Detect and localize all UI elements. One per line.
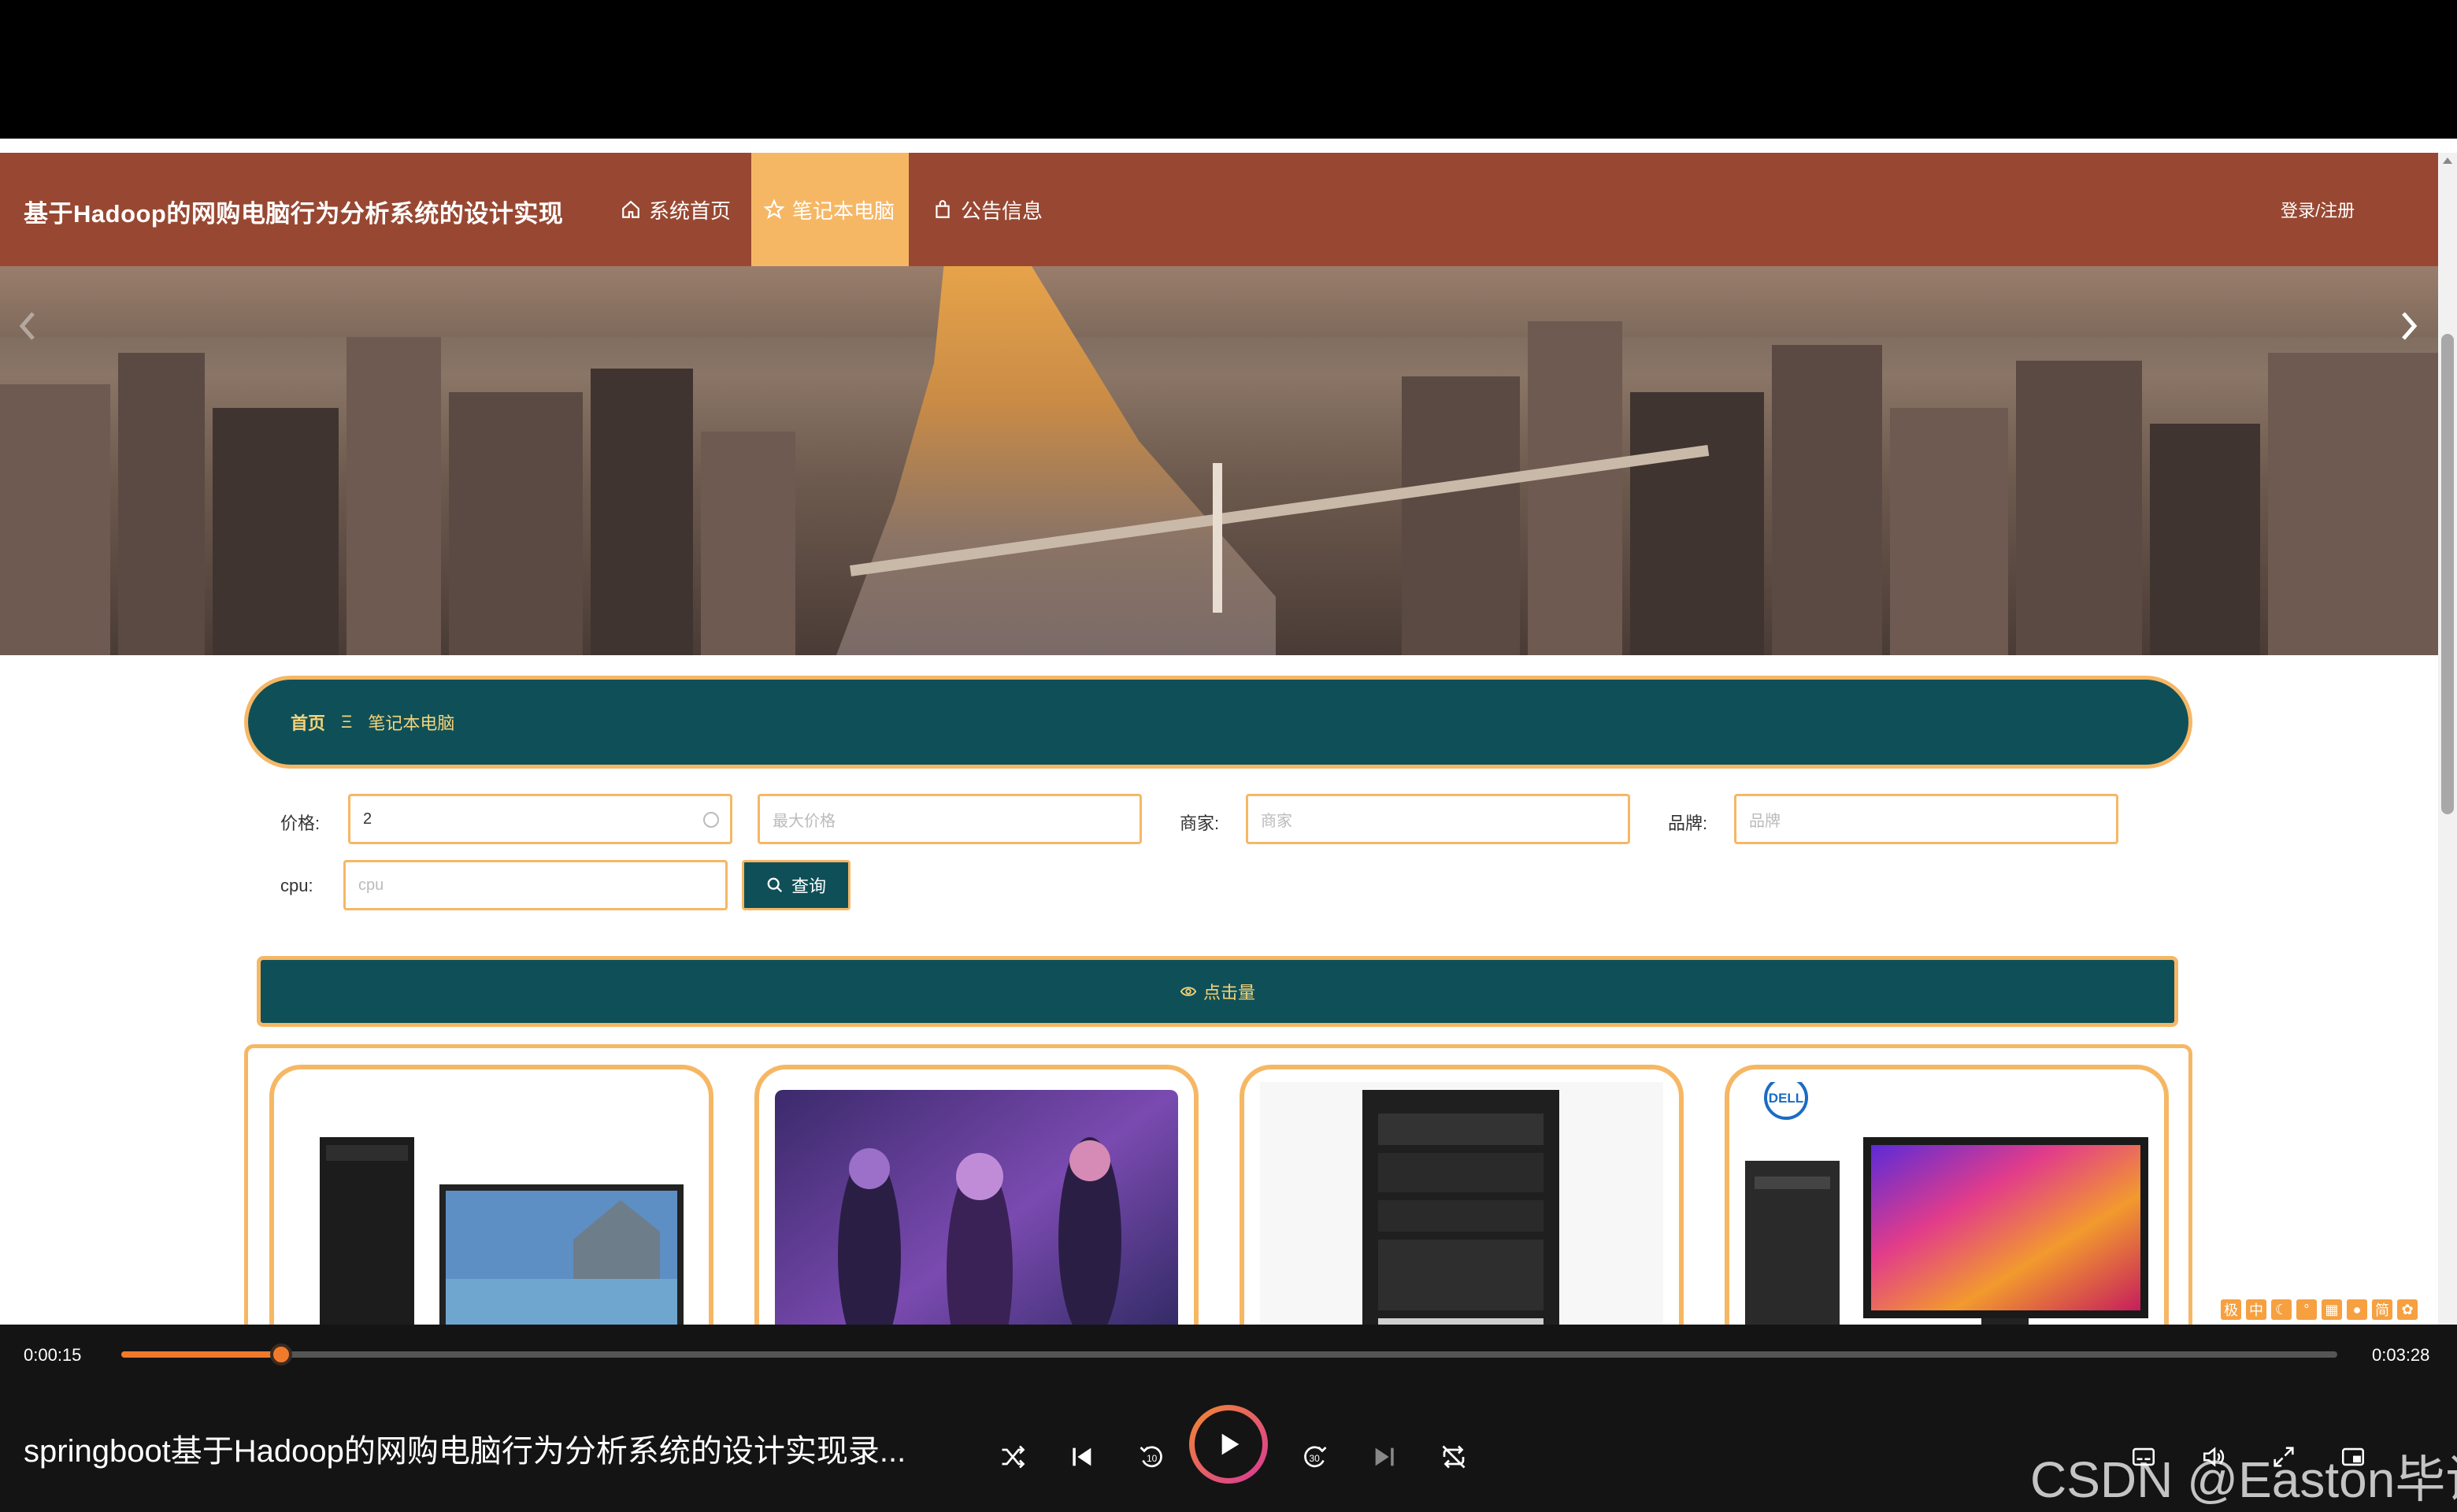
ime-user-icon[interactable]: ●: [2347, 1299, 2367, 1320]
progress-handle[interactable]: [269, 1343, 292, 1366]
shuffle-icon[interactable]: [995, 1440, 1030, 1474]
max-price-placeholder: 最大价格: [773, 812, 836, 830]
clear-icon[interactable]: [703, 812, 719, 828]
next-icon[interactable]: [1367, 1440, 1402, 1474]
brand-placeholder: 品牌: [1749, 812, 1781, 830]
ime-mode[interactable]: 极: [2221, 1299, 2241, 1320]
product-image-desktop-tower: [1260, 1082, 1663, 1325]
nav-item-laptops[interactable]: 笔记本电脑: [751, 153, 909, 266]
max-price-input[interactable]: 最大价格: [758, 794, 1142, 844]
rewind-10-icon[interactable]: 10: [1134, 1440, 1169, 1474]
product-image-desktop-laptop: [290, 1082, 693, 1325]
brand-label: 品牌:: [1668, 813, 1708, 833]
product-card[interactable]: [269, 1065, 713, 1325]
product-card[interactable]: [754, 1065, 1199, 1325]
nav-item-label: 系统首页: [649, 198, 732, 223]
ime-toolbar: 极 中 ☾ ° ▦ ● 简 ✿: [2221, 1298, 2438, 1321]
play-button-inner: [1195, 1410, 1262, 1478]
search-button-label: 查询: [791, 876, 826, 896]
ime-simplified[interactable]: 简: [2372, 1299, 2392, 1320]
login-register-link[interactable]: 登录/注册: [2281, 197, 2355, 222]
product-image-artwork: [775, 1082, 1178, 1325]
breadcrumb-home[interactable]: 首页: [291, 710, 325, 735]
total-time: 0:03:28: [2372, 1345, 2430, 1365]
bag-icon: [932, 199, 953, 220]
product-card[interactable]: DELL: [1725, 1065, 2169, 1325]
watermark: CSDN @Easton毕设: [2030, 1451, 2457, 1508]
ime-settings-icon[interactable]: ✿: [2397, 1299, 2418, 1320]
nav-item-label: 公告信息: [961, 198, 1043, 223]
page-scrollbar[interactable]: [2438, 153, 2457, 1325]
current-time: 0:00:15: [24, 1345, 82, 1365]
video-title: springboot基于Hadoop的网购电脑行为分析系统的设计实现录...: [24, 1434, 906, 1469]
banner-sky: [0, 266, 2438, 337]
product-card[interactable]: [1240, 1065, 1684, 1325]
play-button[interactable]: [1189, 1405, 1268, 1484]
sort-label: 点击量: [1203, 983, 1255, 1002]
merchant-label: 商家:: [1180, 813, 1220, 833]
home-icon: [621, 199, 641, 220]
svg-text:30: 30: [1310, 1453, 1321, 1464]
cpu-placeholder: cpu: [358, 876, 384, 894]
merchant-input[interactable]: 商家: [1246, 794, 1630, 844]
eye-icon: [1180, 987, 1197, 996]
dell-logo: DELL: [1769, 1091, 1803, 1106]
nav-item-label: 笔记本电脑: [792, 198, 895, 223]
site-header: 基于Hadoop的网购电脑行为分析系统的设计实现 系统首页 笔记本电脑 公告信息…: [0, 153, 2438, 266]
brand-input[interactable]: 品牌: [1734, 794, 2118, 844]
merchant-placeholder: 商家: [1261, 812, 1292, 830]
cpu-input[interactable]: cpu: [343, 860, 728, 910]
breadcrumb-current: 笔记本电脑: [368, 713, 455, 733]
svg-text:10: 10: [1147, 1453, 1158, 1464]
min-price-input[interactable]: 2: [348, 794, 732, 844]
sort-by-clicks-button[interactable]: 点击量: [257, 956, 2178, 1027]
banner-carousel[interactable]: [0, 266, 2438, 655]
carousel-next-icon[interactable]: [2399, 310, 2419, 342]
ime-punct-icon[interactable]: °: [2296, 1299, 2317, 1320]
ime-keyboard-icon[interactable]: ▦: [2322, 1299, 2342, 1320]
ime-moon-icon[interactable]: ☾: [2271, 1299, 2292, 1320]
carousel-prev-icon[interactable]: [17, 310, 38, 342]
previous-icon[interactable]: [1065, 1440, 1099, 1474]
page-top-strip: [0, 139, 2457, 153]
play-icon: [1221, 1433, 1240, 1455]
price-input-value: 2: [363, 810, 372, 828]
nav-item-notices[interactable]: 公告信息: [932, 153, 1043, 266]
repeat-off-icon[interactable]: [1436, 1440, 1471, 1474]
progress-bar[interactable]: [121, 1343, 2337, 1366]
banner-tower: [1213, 463, 1222, 613]
star-icon: [764, 199, 784, 220]
search-icon: [767, 877, 783, 893]
nav-item-home[interactable]: 系统首页: [621, 153, 731, 266]
progress-fill: [121, 1351, 281, 1358]
ime-language[interactable]: 中: [2246, 1299, 2266, 1320]
scroll-thumb[interactable]: [2441, 334, 2454, 814]
search-button[interactable]: 查询: [742, 860, 850, 910]
site-title: 基于Hadoop的网购电脑行为分析系统的设计实现: [24, 200, 564, 228]
cpu-label: cpu:: [280, 876, 313, 895]
breadcrumb: 首页 Ξ 笔记本电脑: [244, 676, 2192, 769]
forward-30-icon[interactable]: 30: [1298, 1440, 1332, 1474]
video-letterbox-top: [0, 0, 2457, 139]
price-label: 价格:: [280, 813, 321, 833]
website-viewport: 基于Hadoop的网购电脑行为分析系统的设计实现 系统首页 笔记本电脑 公告信息…: [0, 153, 2438, 1325]
product-image-dell-desktop-monitor: DELL: [1745, 1082, 2148, 1325]
breadcrumb-separator: Ξ: [341, 712, 353, 732]
scroll-up-icon[interactable]: [2443, 158, 2452, 164]
